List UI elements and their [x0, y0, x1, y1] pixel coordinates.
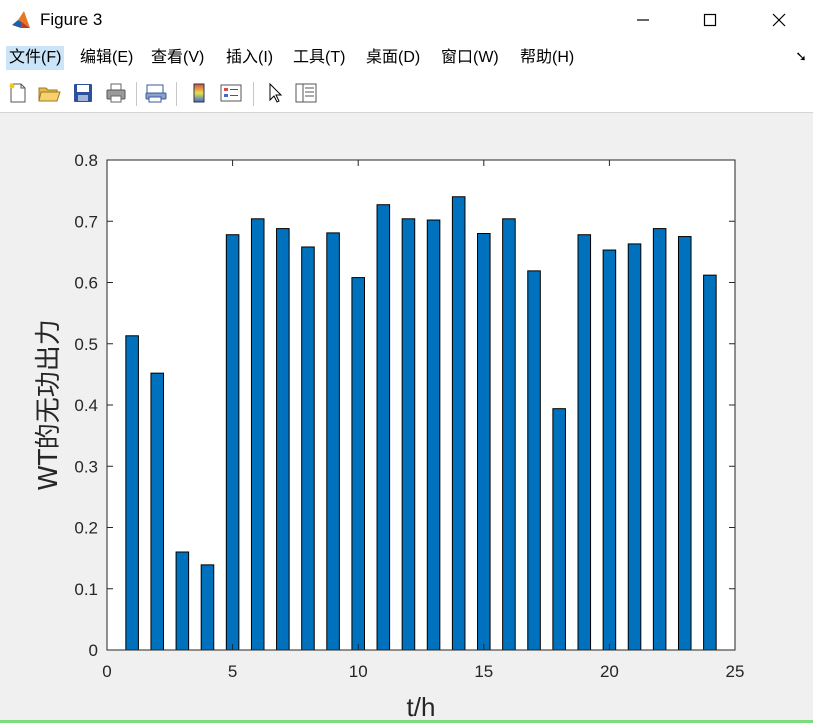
bar-t21: [627, 243, 642, 651]
minimize-button[interactable]: [620, 0, 666, 40]
menu-bar: 文件(F) 编辑(E) 查看(V) 插入(I) 工具(T) 桌面(D) 窗口(W…: [0, 42, 813, 72]
bar-t18: [552, 408, 566, 651]
maximize-icon: [703, 13, 717, 27]
bar-t6: [250, 218, 265, 651]
y-tick-label: 0.8: [74, 151, 98, 170]
bar-t19: [577, 234, 592, 651]
toolbar: [0, 76, 813, 113]
legend-icon: [220, 84, 242, 102]
bar-t9: [326, 232, 340, 651]
y-tick-label: 0.3: [74, 457, 98, 476]
print-preview-button[interactable]: [143, 80, 169, 106]
bar-t12: [401, 218, 416, 651]
property-panel-button[interactable]: [293, 80, 319, 106]
maximize-button[interactable]: [687, 0, 733, 40]
bar-t13: [426, 219, 441, 651]
bar-t24: [703, 274, 717, 651]
bar-t8: [301, 246, 315, 651]
bar-t17: [527, 270, 541, 651]
x-tick-label: 10: [349, 662, 368, 681]
menu-tools[interactable]: 工具(T): [290, 46, 348, 70]
bar-chart: 0 5 10 15 20 2500.10.20.30.40.50.60.70.8 t/h …: [34, 151, 745, 720]
y-axis-label: WT的无功出力: [34, 319, 64, 491]
toolbar-separator: [136, 82, 137, 106]
y-tick-label: 0.1: [74, 580, 98, 599]
bar-t4: [200, 564, 215, 651]
bar-t22: [652, 228, 667, 651]
pointer-button[interactable]: [262, 80, 288, 106]
print-preview-icon: [145, 84, 167, 103]
print-icon: [106, 83, 126, 103]
bar-t23: [677, 236, 692, 651]
dock-arrow-icon[interactable]: ➘: [795, 48, 807, 65]
window-title: Figure 3: [40, 10, 103, 29]
minimize-icon: [637, 19, 649, 21]
bar-t14: [451, 196, 466, 651]
close-button[interactable]: [756, 0, 802, 40]
bar-t1: [125, 335, 139, 651]
bar-t10: [351, 277, 365, 651]
menu-desktop[interactable]: 桌面(D): [363, 46, 423, 70]
menu-help[interactable]: 帮助(H): [517, 46, 577, 70]
bar-t15: [477, 233, 491, 651]
new-file-icon: [9, 83, 26, 103]
x-tick-label: 0: [102, 662, 111, 681]
bar-t11: [376, 204, 391, 651]
bar-t5: [225, 234, 240, 651]
title-bar: Figure 3: [0, 0, 813, 40]
x-tick-label: 20: [600, 662, 619, 681]
menu-window[interactable]: 窗口(W): [438, 46, 502, 70]
x-tick-label: 5: [228, 662, 237, 681]
y-tick-label: 0.6: [74, 274, 98, 293]
menu-file[interactable]: 文件(F): [6, 46, 65, 70]
matlab-logo-icon: [12, 11, 30, 28]
bar-t2: [150, 372, 165, 651]
toolbar-separator: [253, 82, 254, 106]
menu-edit[interactable]: 编辑(E): [77, 46, 136, 70]
y-tick-label: 0: [89, 641, 98, 660]
bar-t3: [175, 551, 190, 651]
y-tick-label: 0.5: [74, 335, 98, 354]
colorbar-icon: [193, 83, 205, 103]
legend-button[interactable]: [218, 80, 244, 106]
toolbar-separator: [176, 82, 177, 106]
property-panel-icon: [295, 83, 317, 103]
colorbar-button[interactable]: [186, 80, 212, 106]
x-axis-label: t/h: [407, 692, 436, 720]
bar-t20: [602, 249, 617, 651]
x-tick-label: 25: [726, 662, 745, 681]
menu-view[interactable]: 查看(V): [148, 46, 207, 70]
print-button[interactable]: [103, 80, 129, 106]
x-tick-label: 15: [474, 662, 493, 681]
new-file-button[interactable]: [5, 80, 31, 106]
y-tick-label: 0.4: [74, 396, 98, 415]
pointer-icon: [269, 82, 283, 103]
y-tick-label: 0.7: [74, 212, 98, 231]
close-icon: [772, 13, 786, 27]
bar-t16: [502, 218, 516, 651]
bar-t7: [276, 228, 290, 651]
save-icon: [74, 84, 92, 102]
menu-insert[interactable]: 插入(I): [223, 46, 276, 70]
save-button[interactable]: [70, 80, 96, 106]
y-tick-label: 0.2: [74, 519, 98, 538]
open-folder-icon: [38, 87, 61, 102]
open-button[interactable]: [36, 80, 62, 106]
